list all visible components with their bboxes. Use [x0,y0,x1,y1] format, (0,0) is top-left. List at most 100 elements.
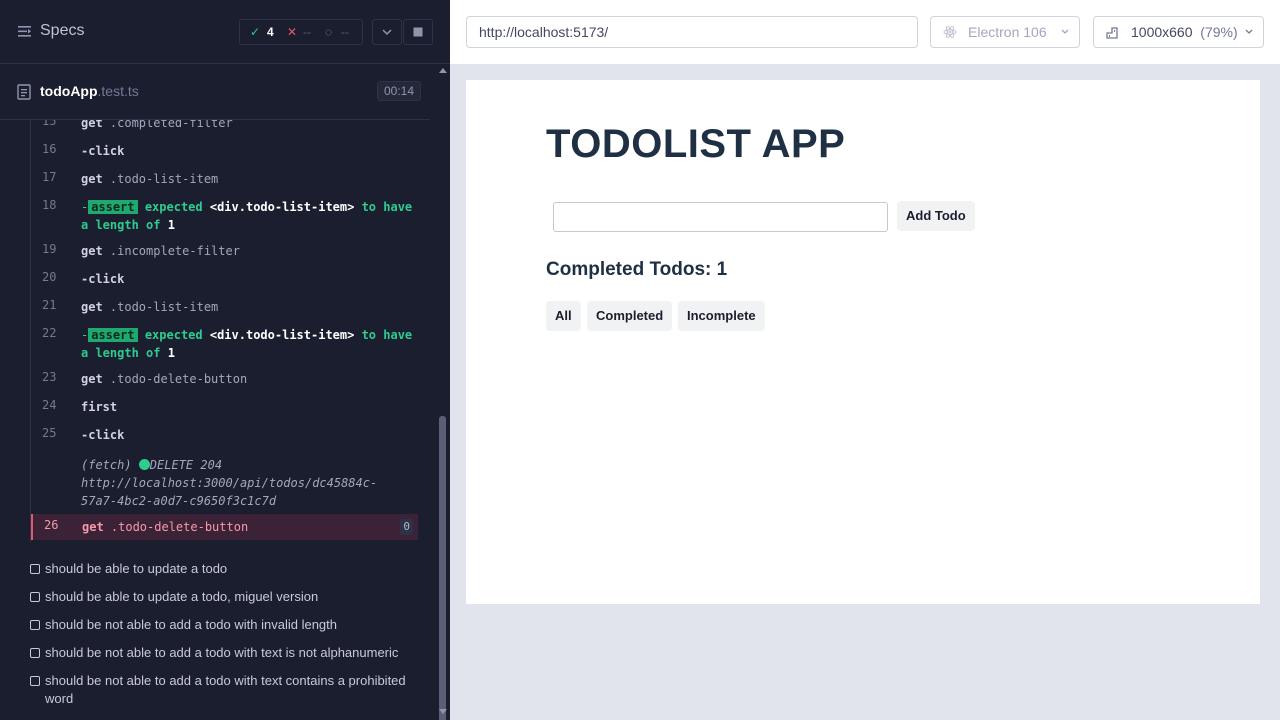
command-number: 16 [42,142,57,156]
chevron-down-icon [1245,29,1253,34]
viewport-scale: (79%) [1200,24,1238,40]
command-text: - assert expected <div.todo-list-item> to… [81,326,413,362]
command-token: .incomplete-filter [102,244,240,258]
pending-count: -- [341,25,349,39]
failed-x-icon: ✕ [287,25,298,39]
url-bar[interactable]: http://localhost:5173/ [466,16,918,48]
command-text: get .incomplete-filter [81,242,413,260]
failed-command-row[interactable]: 26 get .todo-delete-button 0 [31,514,418,540]
specs-menu-icon[interactable] [18,25,31,38]
reporter-panel: Specs ✓ 4 ✕ -- ◌ -- todoApp.test.ts 00:1… [0,0,450,720]
command-token: <div.todo-list-item> [209,200,355,214]
test-title: should be able to update a todo, miguel … [45,589,319,604]
document-icon [17,84,31,100]
command-number: 22 [42,326,57,340]
test-stats: ✓ 4 ✕ -- ◌ -- [239,19,363,45]
command-token: expected [137,200,210,214]
command-text: first [81,398,413,416]
command-token: <div.todo-list-item> [209,328,355,342]
command-text: get .todo-delete-button [82,518,414,536]
reporter-scrollbar[interactable] [436,64,450,720]
scroll-up-icon[interactable] [439,68,447,73]
stop-icon [413,27,423,37]
command-token: .todo-list-item [102,172,219,186]
app-iframe: TODOLIST APP Add Todo Completed Todos: 1… [466,80,1260,604]
viewport-size: 1000x660 [1131,24,1193,40]
status-dot-icon [138,459,150,470]
viewport-label: 1000x660 (79%) [1131,24,1238,40]
viewport-selector[interactable]: 1000x660 (79%) [1093,16,1264,48]
add-todo-button[interactable]: Add Todo [897,201,975,231]
command-token: -click [81,272,125,286]
command-text: (fetch) DELETE 204 http://localhost:3000… [81,456,413,510]
command-number: 18 [42,198,57,212]
command-token: get [81,244,103,258]
command-token: -click [81,144,125,158]
filter-all-button[interactable]: All [546,301,581,331]
test-title: should be able to update a todo [45,561,228,576]
command-log: 15 get .completed-filter 16 -click 17 get .to… [30,120,418,542]
test-checkbox-icon [30,648,40,658]
test-checkbox-icon [30,592,40,602]
spec-duration: 00:14 [377,81,422,101]
app-under-test-panel: http://localhost:5173/ Electron 106 1000… [450,0,1280,720]
test-title: should be not able to add a todo with te… [45,645,399,660]
command-token: 1 [167,218,175,232]
command-number: 19 [42,242,57,256]
viewport-ruler-icon [1106,27,1118,39]
command-text: -click [81,142,413,160]
filter-incomplete-button[interactable]: Incomplete [678,301,765,331]
reporter-header: Specs ✓ 4 ✕ -- ◌ -- [0,0,450,64]
test-checkbox-icon [30,676,40,686]
element-count-badge: 0 [400,519,413,535]
todo-input[interactable] [553,202,888,232]
spec-file-name[interactable]: todoApp.test.ts [40,83,139,99]
specs-title[interactable]: Specs [40,22,84,40]
command-text: get .todo-list-item [81,170,413,188]
command-text: -click [81,426,413,444]
command-name: get [82,520,104,534]
command-token: get [81,172,103,186]
command-token: get [81,372,103,386]
browser-selector[interactable]: Electron 106 [930,16,1080,48]
command-text: get .todo-delete-button [81,370,413,388]
spec-header: todoApp.test.ts 00:14 [0,64,430,120]
command-token: get [81,120,103,130]
electron-icon [943,26,957,38]
command-token: assert [88,200,138,214]
test-title: should be not able to add a todo with in… [45,617,337,632]
command-number: 25 [42,426,57,440]
command-token: -click [81,428,125,442]
passed-check-icon: ✓ [250,25,261,39]
command-number: 26 [44,518,59,532]
command-token: first [81,400,118,414]
pending-spinner-icon: ◌ [325,25,333,39]
filter-completed-button[interactable]: Completed [587,301,673,331]
command-number: 21 [42,298,57,312]
command-selector: .todo-delete-button [103,520,249,534]
chevron-down-icon [1061,29,1069,34]
test-checkbox-icon [30,620,40,630]
stop-button[interactable] [403,19,433,45]
command-number: 24 [42,398,57,412]
browser-label: Electron 106 [968,24,1047,40]
command-text: get .todo-list-item [81,298,413,316]
command-number: 23 [42,370,57,384]
command-number: 20 [42,270,57,284]
command-number: 15 [42,120,57,128]
command-token: get [81,300,103,314]
test-title: should be not able to add a todo with te… [45,673,406,706]
spec-file-basename: todoApp [40,83,98,99]
command-token: expected [137,328,210,342]
scrollbar-thumb[interactable] [439,416,446,720]
scroll-down-icon[interactable] [439,709,447,714]
passed-count: 4 [267,25,274,39]
command-token: .completed-filter [102,120,233,130]
command-token: .todo-delete-button [102,372,248,386]
command-text: - assert expected <div.todo-list-item> to… [81,198,413,234]
command-token: 1 [167,346,175,360]
collapse-button[interactable] [372,19,402,45]
completed-count: Completed Todos: 1 [546,259,728,280]
command-text: get .completed-filter [81,120,413,132]
command-token: (fetch) [81,458,139,472]
